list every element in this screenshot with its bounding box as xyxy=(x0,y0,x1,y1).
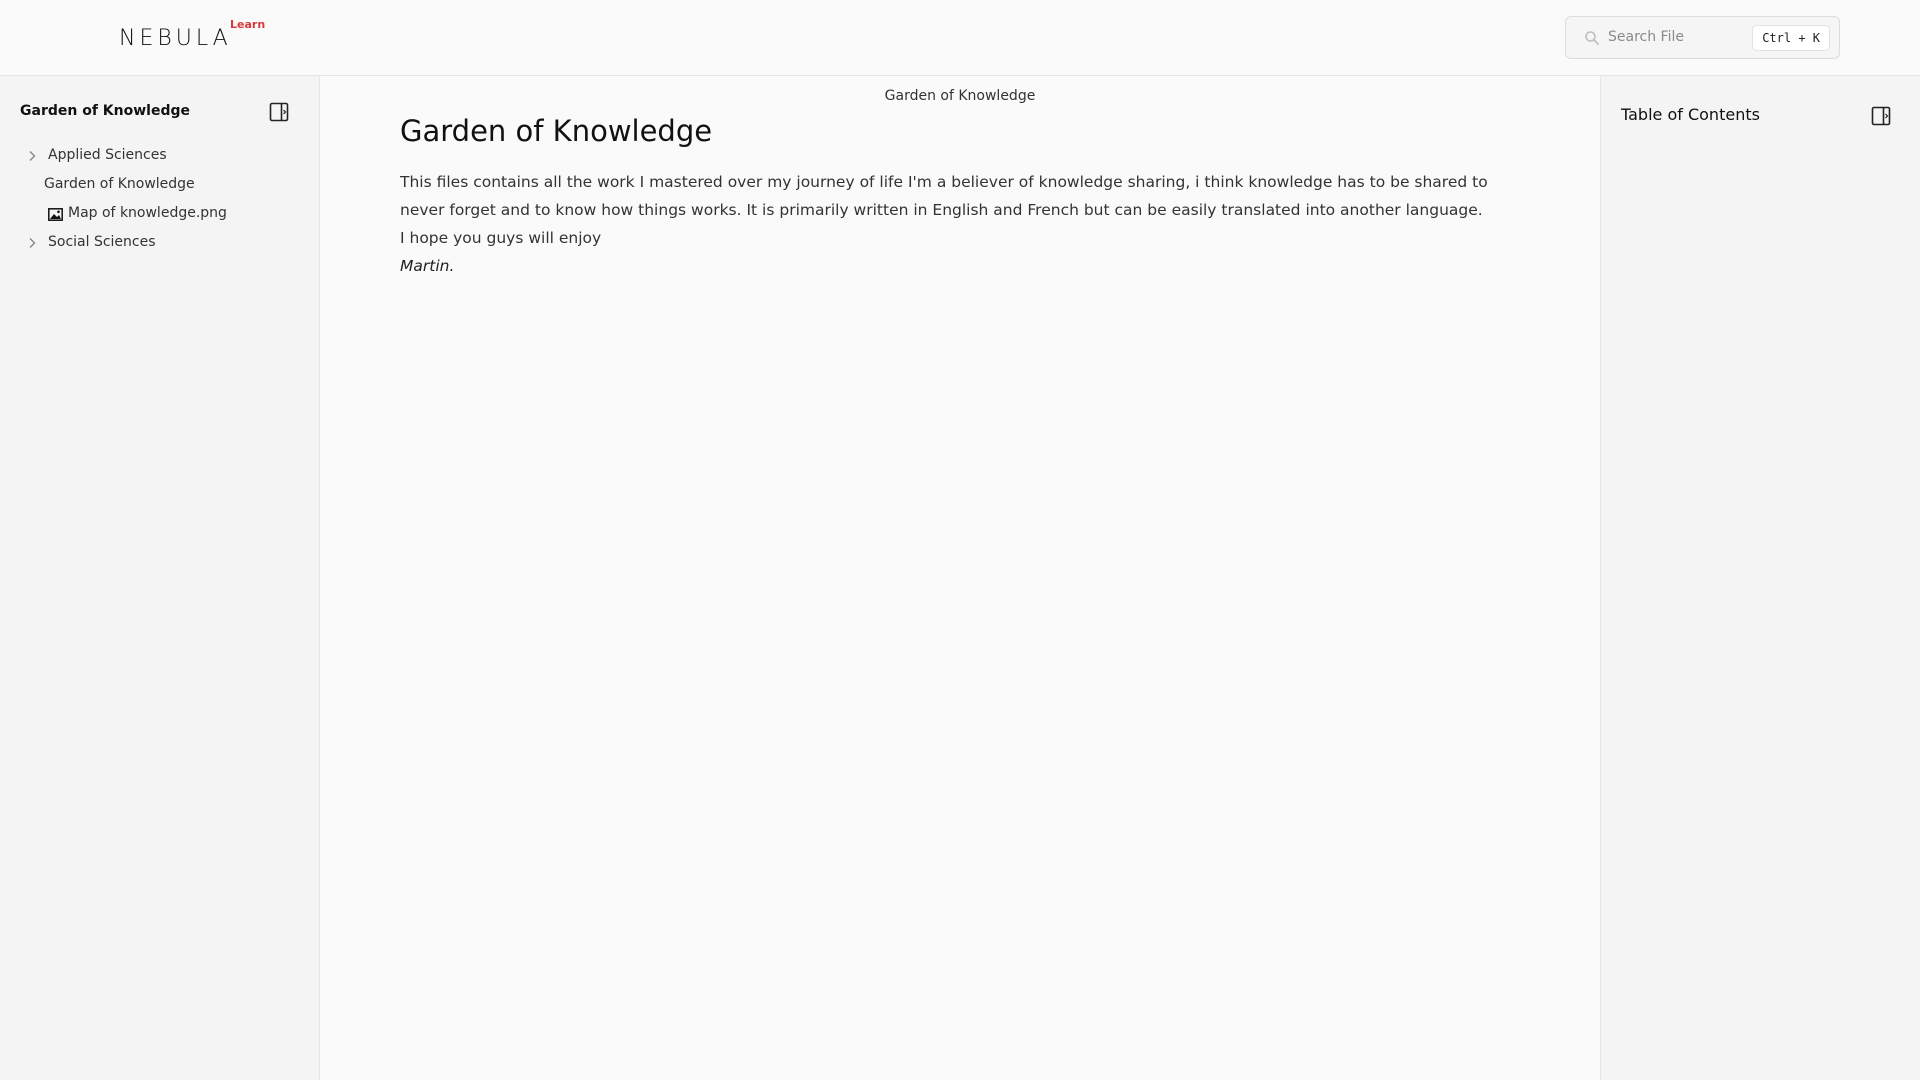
tree-folder-applied-sciences[interactable]: Applied Sciences xyxy=(0,142,320,171)
signature: Martin. xyxy=(400,257,455,275)
page-title: Garden of Knowledge xyxy=(400,114,713,148)
toc-title: Table of Contents xyxy=(1621,105,1760,124)
toc-toggle-icon[interactable] xyxy=(1871,106,1891,126)
search-icon xyxy=(1585,31,1599,45)
enjoy-line: I hope you guys will enjoy xyxy=(400,229,602,247)
brand-sub-label: Learn xyxy=(230,18,266,31)
search-input[interactable]: Search File Ctrl + K xyxy=(1565,16,1840,59)
image-icon xyxy=(48,208,63,221)
tree-file-map-of-knowledge[interactable]: Map of knowledge.png xyxy=(0,200,320,229)
sidebar-toggle-icon[interactable] xyxy=(269,102,289,122)
breadcrumb[interactable]: Garden of Knowledge xyxy=(320,88,1600,104)
brand-logo[interactable]: NEBULA xyxy=(119,26,232,51)
file-sidebar: Garden of Knowledge Applied Sciences Gar… xyxy=(0,76,320,1080)
table-of-contents-panel: Table of Contents xyxy=(1600,76,1920,1080)
chevron-right-icon[interactable] xyxy=(27,237,37,249)
tree-file-garden-of-knowledge[interactable]: Garden of Knowledge xyxy=(0,171,320,200)
tree-item-label: Social Sciences xyxy=(48,234,156,250)
top-bar: NEBULA Learn Search File Ctrl + K xyxy=(0,0,1920,76)
tree-item-label: Garden of Knowledge xyxy=(44,176,195,192)
file-tree: Applied Sciences Garden of Knowledge Map… xyxy=(0,142,320,258)
document-body: This files contains all the work I maste… xyxy=(400,168,1530,280)
intro-paragraph: This files contains all the work I maste… xyxy=(400,173,1488,219)
sidebar-title: Garden of Knowledge xyxy=(20,103,190,119)
chevron-right-icon[interactable] xyxy=(27,150,37,162)
tree-item-label: Applied Sciences xyxy=(48,147,167,163)
tree-folder-social-sciences[interactable]: Social Sciences xyxy=(0,229,320,258)
search-placeholder: Search File xyxy=(1608,29,1684,45)
tree-item-label: Map of knowledge.png xyxy=(68,205,227,221)
main-content: Garden of Knowledge Garden of Knowledge … xyxy=(320,76,1600,1080)
search-shortcut: Ctrl + K xyxy=(1752,25,1830,51)
